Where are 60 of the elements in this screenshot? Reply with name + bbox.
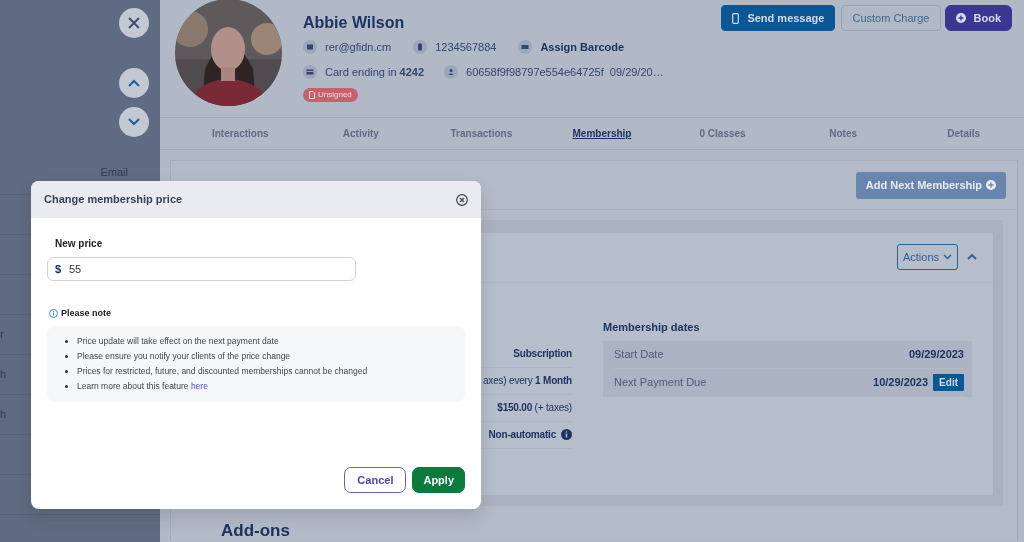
tab[interactable]: Details <box>903 118 1024 149</box>
card-icon <box>518 40 533 55</box>
tab[interactable]: Transactions <box>421 118 542 149</box>
tab[interactable]: Activity <box>300 118 422 149</box>
plus-icon <box>955 13 966 23</box>
date-label: Next Payment Due <box>614 375 707 391</box>
tab[interactable]: Interactions <box>180 118 301 149</box>
chevron-up-icon <box>128 79 140 87</box>
note-item: Please ensure you notify your clients of the price change <box>65 348 465 364</box>
up-button[interactable] <box>119 68 149 98</box>
down-button[interactable] <box>119 107 149 137</box>
book-button[interactable]: Book <box>944 5 1012 31</box>
dialog-title: Change membership price <box>44 192 183 208</box>
action-button[interactable]: Send message <box>721 5 836 31</box>
detail-value: Subscription <box>513 347 572 361</box>
apply-button[interactable]: Apply <box>412 466 465 493</box>
help-link[interactable]: here <box>190 380 208 391</box>
info-icon <box>561 429 572 440</box>
currency-symbol: $ <box>55 262 62 277</box>
edit-button[interactable]: Edit <box>933 374 964 391</box>
field-label: New price <box>55 237 104 251</box>
unsigned-badge: Unsigned <box>303 88 358 102</box>
phone-icon <box>413 40 428 55</box>
chevron-down-icon <box>128 118 140 126</box>
plus-icon <box>986 180 996 191</box>
info-icon <box>49 309 58 319</box>
close-icon[interactable] <box>456 193 468 206</box>
caret-icon <box>943 254 952 260</box>
person-icon <box>444 64 459 79</box>
detail-value: axes) every 1 Month <box>483 374 572 388</box>
cancel-button[interactable]: Cancel <box>344 466 407 493</box>
close-button[interactable] <box>119 8 149 38</box>
tab[interactable]: 0 Classes <box>662 118 783 149</box>
email-text: rer@gfidn.cm <box>325 40 392 55</box>
tab[interactable]: Membership <box>541 118 663 149</box>
add-next-membership-button[interactable]: Add Next Membership <box>855 172 1006 199</box>
phone-icon <box>732 12 740 24</box>
date-value: 09/29/2023 <box>908 347 964 363</box>
tab[interactable]: Notes <box>782 118 904 149</box>
date-label: Start Date <box>614 347 664 363</box>
note-item: Prices for restricted, future, and discounted memberships cannot be changed <box>65 363 465 379</box>
envelope-icon <box>303 40 317 55</box>
note-title: Please note <box>61 307 112 320</box>
detail-value: $150.00 (+ taxes) <box>497 401 572 415</box>
customer-name: Abbie Wilson <box>303 13 406 33</box>
note-item: Learn more about this feature here <box>65 378 465 394</box>
section-title: Add-ons <box>221 521 291 541</box>
section-title: Membership dates <box>603 319 701 335</box>
detail-value: Non-automatic <box>488 428 556 442</box>
date-value: 10/29/2023 <box>873 375 929 391</box>
actions-dropdown[interactable]: Actions <box>896 243 958 271</box>
chevron-up-icon[interactable] <box>966 253 978 261</box>
note-item: Price update will take effect on the next payment date <box>65 333 465 349</box>
close-icon <box>128 17 140 29</box>
card-text: Card ending in 4242 <box>325 64 425 80</box>
action-button[interactable]: Custom Charge <box>841 5 941 31</box>
member-id-text: 60658f9f98797e554e64725f 09/29/20… <box>466 64 664 80</box>
card-icon <box>303 64 317 79</box>
assign-barcode-link[interactable]: Assign Barcode <box>540 39 625 56</box>
phone-text: 1234567884 <box>435 40 497 55</box>
